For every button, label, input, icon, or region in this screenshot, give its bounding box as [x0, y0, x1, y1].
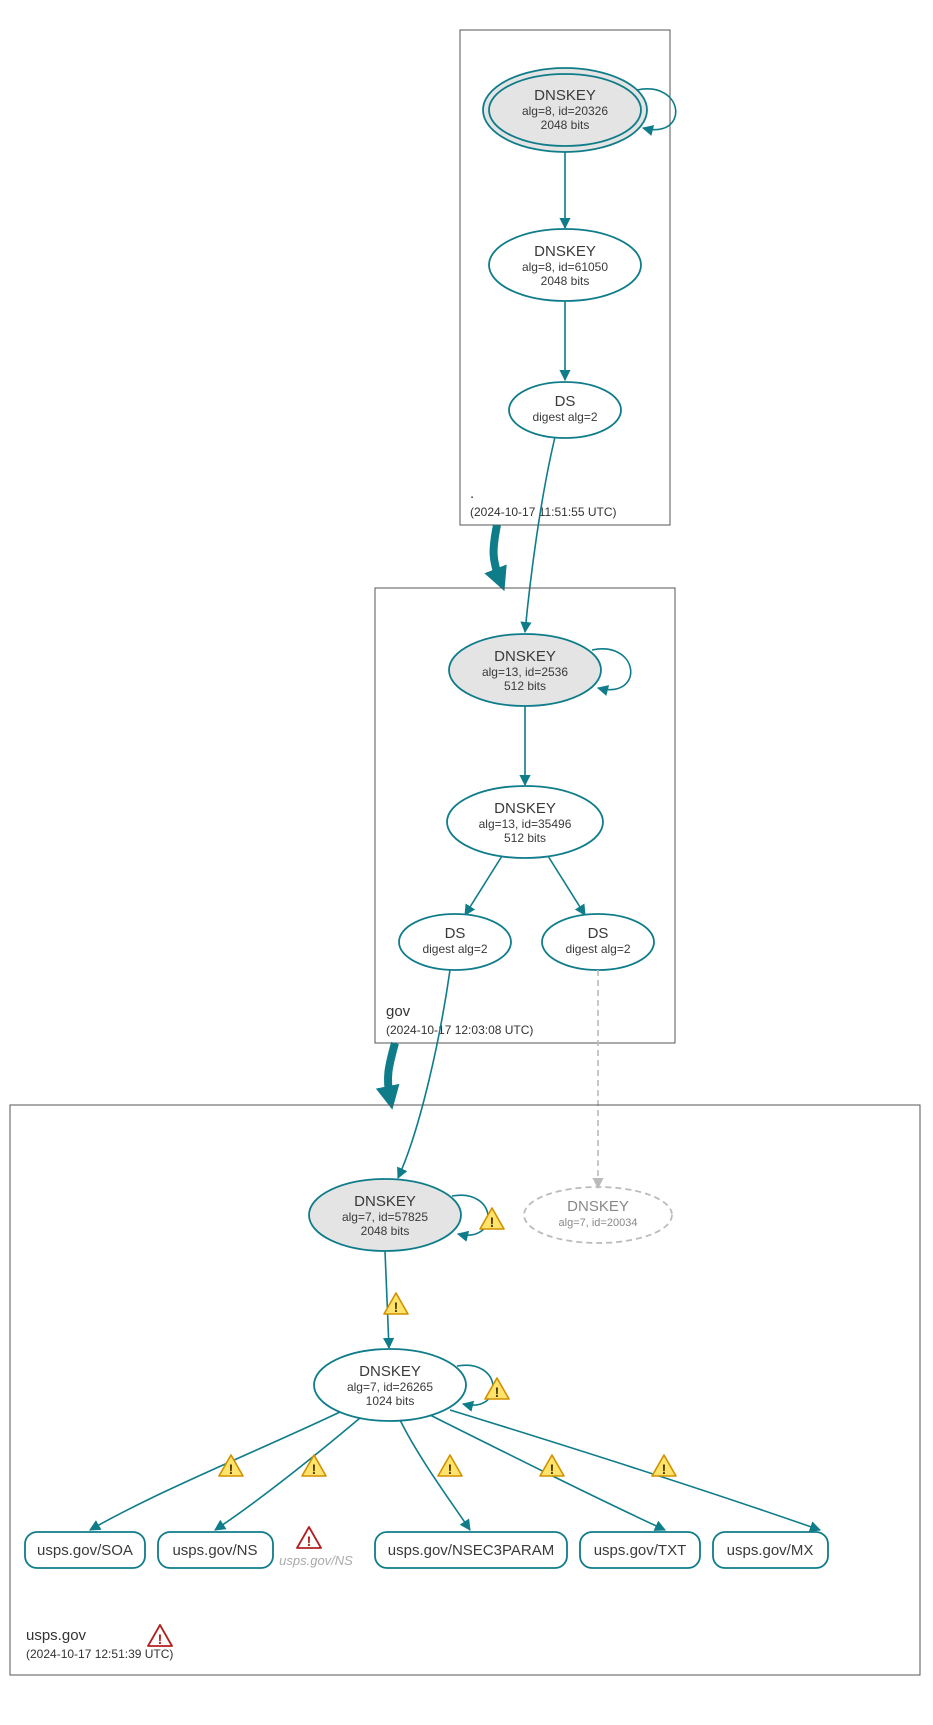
rrset-nsec3param[interactable]: usps.gov/NSEC3PARAM [375, 1532, 567, 1568]
rrset-soa[interactable]: usps.gov/SOA [25, 1532, 145, 1568]
svg-text:digest alg=2: digest alg=2 [565, 942, 630, 956]
zone-time-root: (2024-10-17 11:51:55 UTC) [470, 505, 617, 519]
svg-text:alg=13, id=35496: alg=13, id=35496 [479, 817, 572, 831]
svg-text:2048 bits: 2048 bits [541, 118, 590, 132]
warning-icon-txt[interactable]: ! [540, 1455, 564, 1477]
svg-text:!: ! [490, 1214, 495, 1230]
node-usps-phantom[interactable]: DNSKEY alg=7, id=20034 [524, 1187, 672, 1243]
svg-text:usps.gov/NS: usps.gov/NS [279, 1553, 353, 1568]
edge-gov-zsk-to-ds2 [548, 856, 585, 915]
svg-text:DS: DS [588, 925, 609, 942]
node-gov-ds1[interactable]: DS digest alg=2 [399, 914, 511, 970]
svg-text:2048 bits: 2048 bits [361, 1224, 410, 1238]
svg-text:DNSKEY: DNSKEY [359, 1363, 421, 1380]
node-root-zsk[interactable]: DNSKEY alg=8, id=61050 2048 bits [489, 229, 641, 301]
svg-text:DNSKEY: DNSKEY [567, 1198, 629, 1215]
edge-zsk-to-soa [90, 1412, 340, 1530]
svg-text:!: ! [229, 1461, 234, 1477]
rrset-ns[interactable]: usps.gov/NS [158, 1532, 273, 1568]
zone-title-gov: gov [386, 1003, 411, 1020]
warning-icon-usps-zsk-loop[interactable]: ! [485, 1378, 509, 1400]
svg-text:usps.gov/NSEC3PARAM: usps.gov/NSEC3PARAM [388, 1542, 554, 1559]
svg-text:!: ! [394, 1299, 399, 1315]
warning-icon-mx[interactable]: ! [652, 1455, 676, 1477]
warning-icon-ns[interactable]: ! [302, 1455, 326, 1477]
dnssec-diagram: . (2024-10-17 11:51:55 UTC) DNSKEY alg=8… [0, 0, 933, 1725]
node-root-ksk[interactable]: DNSKEY alg=8, id=20326 2048 bits [483, 68, 647, 152]
svg-text:!: ! [307, 1533, 312, 1549]
svg-text:alg=7, id=20034: alg=7, id=20034 [559, 1217, 638, 1229]
edge-gov-zsk-to-ds1 [465, 856, 502, 915]
edge-gov-ds1-to-usps-ksk [398, 970, 450, 1178]
svg-text:DNSKEY: DNSKEY [494, 648, 556, 665]
node-usps-zsk[interactable]: DNSKEY alg=7, id=26265 1024 bits [314, 1349, 466, 1421]
svg-text:usps.gov/SOA: usps.gov/SOA [37, 1542, 133, 1559]
svg-text:DNSKEY: DNSKEY [534, 243, 596, 260]
svg-text:!: ! [448, 1461, 453, 1477]
svg-text:!: ! [312, 1461, 317, 1477]
svg-text:alg=7, id=57825: alg=7, id=57825 [342, 1210, 428, 1224]
svg-text:!: ! [495, 1384, 500, 1400]
node-root-ds[interactable]: DS digest alg=2 [509, 382, 621, 438]
svg-text:digest alg=2: digest alg=2 [422, 942, 487, 956]
rrset-txt[interactable]: usps.gov/TXT [580, 1532, 700, 1568]
warning-icon-nsec3param[interactable]: ! [438, 1455, 462, 1477]
svg-text:usps.gov/NS: usps.gov/NS [172, 1542, 257, 1559]
node-usps-ksk[interactable]: DNSKEY alg=7, id=57825 2048 bits [309, 1179, 461, 1251]
svg-text:alg=8, id=20326: alg=8, id=20326 [522, 104, 608, 118]
svg-text:alg=13, id=2536: alg=13, id=2536 [482, 665, 568, 679]
svg-text:DS: DS [445, 925, 466, 942]
node-gov-zsk[interactable]: DNSKEY alg=13, id=35496 512 bits [447, 786, 603, 858]
edge-zone-root-to-gov [494, 525, 500, 580]
zone-title-usps: usps.gov [26, 1627, 87, 1644]
edge-usps-ksk-to-zsk [385, 1251, 389, 1348]
svg-text:!: ! [550, 1461, 555, 1477]
edge-zsk-to-mx [450, 1410, 820, 1530]
svg-text:!: ! [662, 1461, 667, 1477]
rrset-ns-ghost[interactable]: ! usps.gov/NS [279, 1527, 353, 1568]
svg-text:usps.gov/MX: usps.gov/MX [727, 1542, 814, 1559]
svg-text:digest alg=2: digest alg=2 [532, 410, 597, 424]
svg-text:alg=8, id=61050: alg=8, id=61050 [522, 260, 608, 274]
zone-time-usps: (2024-10-17 12:51:39 UTC) [26, 1647, 173, 1661]
zone-time-gov: (2024-10-17 12:03:08 UTC) [386, 1023, 533, 1037]
svg-text:512 bits: 512 bits [504, 679, 546, 693]
svg-text:!: ! [158, 1631, 163, 1647]
zone-title-root: . [470, 485, 474, 502]
edge-root-ds-to-gov-ksk [525, 437, 555, 632]
svg-text:alg=7, id=26265: alg=7, id=26265 [347, 1380, 433, 1394]
node-gov-ds2[interactable]: DS digest alg=2 [542, 914, 654, 970]
edge-zone-gov-to-usps [388, 1043, 395, 1098]
error-icon-ns-ghost[interactable]: ! [297, 1527, 321, 1549]
svg-text:2048 bits: 2048 bits [541, 274, 590, 288]
svg-text:DNSKEY: DNSKEY [494, 800, 556, 817]
error-icon-zone-usps[interactable]: ! [148, 1625, 172, 1647]
svg-text:DNSKEY: DNSKEY [534, 87, 596, 104]
svg-text:1024 bits: 1024 bits [366, 1394, 415, 1408]
svg-text:usps.gov/TXT: usps.gov/TXT [594, 1542, 687, 1559]
rrset-mx[interactable]: usps.gov/MX [713, 1532, 828, 1568]
warning-icon-usps-ksk-loop[interactable]: ! [480, 1208, 504, 1230]
svg-text:DS: DS [555, 393, 576, 410]
svg-text:DNSKEY: DNSKEY [354, 1193, 416, 1210]
node-gov-ksk[interactable]: DNSKEY alg=13, id=2536 512 bits [449, 634, 601, 706]
svg-text:512 bits: 512 bits [504, 831, 546, 845]
